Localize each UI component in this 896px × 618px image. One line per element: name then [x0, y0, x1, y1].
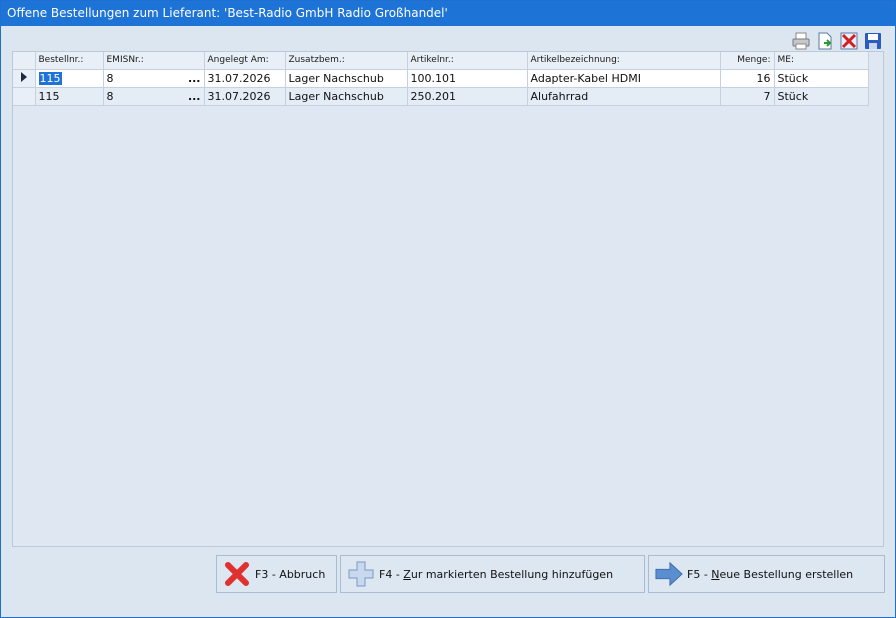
- cell-artikelbezeichnung[interactable]: Alufahrrad: [527, 87, 721, 106]
- orders-table: Bestellnr.: EMISNr.: Angelegt Am: Zusatz…: [13, 52, 869, 106]
- cell-bestellnr[interactable]: 115: [35, 69, 104, 88]
- cell-artikelnr[interactable]: 250.201: [407, 87, 528, 106]
- current-row-indicator-icon: [13, 69, 36, 88]
- window-title: Offene Bestellungen zum Lieferant: 'Best…: [1, 1, 895, 26]
- add-to-order-button[interactable]: F4 - Zur markierten Bestellung hinzufüge…: [340, 555, 645, 593]
- cell-bestellnr[interactable]: 115: [35, 87, 104, 106]
- new-order-label: eue Bestellung erstellen: [719, 567, 854, 581]
- close-icon: [223, 560, 251, 588]
- add-to-order-prefix: F4 -: [379, 567, 404, 581]
- cell-bestellnr-value[interactable]: 115: [38, 71, 62, 85]
- orders-grid: Bestellnr.: EMISNr.: Angelegt Am: Zusatz…: [12, 51, 884, 547]
- export-document-icon[interactable]: [814, 30, 835, 51]
- delete-icon[interactable]: [838, 30, 859, 51]
- new-order-prefix: F5 -: [687, 567, 712, 581]
- cell-menge[interactable]: 16: [720, 69, 775, 88]
- cell-zusatzbem[interactable]: Lager Nachschub: [285, 87, 408, 106]
- ellipsis-button[interactable]: ...: [188, 90, 203, 103]
- table-header-row: Bestellnr.: EMISNr.: Angelegt Am: Zusatz…: [13, 52, 869, 70]
- column-header-zusatzbem[interactable]: Zusatzbem.:: [285, 52, 408, 70]
- cell-me[interactable]: Stück: [774, 69, 869, 88]
- plus-icon: [347, 560, 375, 588]
- cell-artikelnr[interactable]: 100.101: [407, 69, 528, 88]
- cell-artikelbezeichnung[interactable]: Adapter-Kabel HDMI: [527, 69, 721, 88]
- column-header-bestellnr[interactable]: Bestellnr.:: [35, 52, 104, 70]
- new-order-mnemonic: N: [711, 567, 720, 581]
- add-to-order-label: ur markierten Bestellung hinzufügen: [410, 567, 614, 581]
- cell-angelegt[interactable]: 31.07.2026: [204, 69, 286, 88]
- column-header-artikelnr[interactable]: Artikelnr.:: [407, 52, 528, 70]
- column-header-menge[interactable]: Menge:: [720, 52, 775, 70]
- column-header-emisnr[interactable]: EMISNr.:: [103, 52, 205, 70]
- arrow-right-icon: [655, 560, 683, 588]
- cancel-button-label: Abbruch: [279, 567, 326, 581]
- cell-angelegt[interactable]: 31.07.2026: [204, 87, 286, 106]
- save-icon[interactable]: [862, 30, 883, 51]
- cancel-button-prefix: F3 -: [255, 567, 280, 581]
- cell-emisnr-value: 8: [106, 71, 114, 85]
- cell-emisnr-value: 8: [106, 89, 114, 103]
- ellipsis-button[interactable]: ...: [188, 72, 203, 85]
- table-row[interactable]: 115 8... 31.07.2026 Lager Nachschub 100.…: [13, 69, 869, 88]
- dialog-window: Offene Bestellungen zum Lieferant: 'Best…: [0, 0, 896, 618]
- cell-zusatzbem[interactable]: Lager Nachschub: [285, 69, 408, 88]
- cancel-button[interactable]: F3 - Abbruch: [216, 555, 337, 593]
- column-header-artikelbezeichnung[interactable]: Artikelbezeichnung:: [527, 52, 721, 70]
- row-indicator: [13, 87, 36, 106]
- column-header-angelegt[interactable]: Angelegt Am:: [204, 52, 286, 70]
- cell-emisnr[interactable]: 8...: [103, 69, 205, 88]
- toolbar: [790, 30, 883, 51]
- new-order-button[interactable]: F5 - Neue Bestellung erstellen: [648, 555, 885, 593]
- add-to-order-mnemonic: Z: [403, 567, 411, 581]
- printer-icon[interactable]: [790, 30, 811, 51]
- cell-emisnr[interactable]: 8...: [103, 87, 205, 106]
- cell-menge[interactable]: 7: [720, 87, 775, 106]
- row-indicator-header: [13, 52, 36, 70]
- table-row[interactable]: 115 8... 31.07.2026 Lager Nachschub 250.…: [13, 87, 869, 106]
- column-header-me[interactable]: ME:: [774, 52, 869, 70]
- cell-me[interactable]: Stück: [774, 87, 869, 106]
